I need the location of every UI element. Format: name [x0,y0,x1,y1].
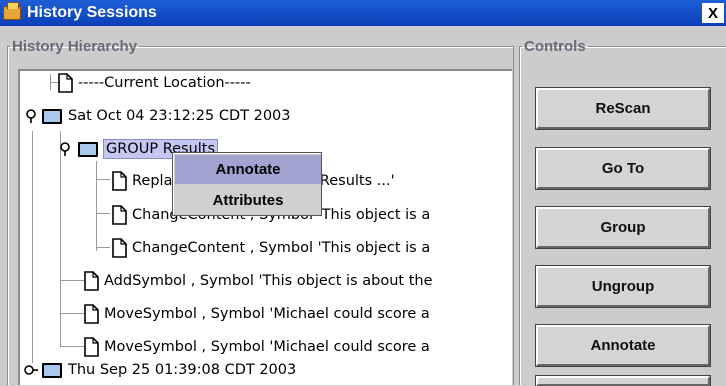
tree-line [96,179,110,180]
tree-row-label: Sat Oct 04 23:12:25 CDT 2003 [68,108,291,124]
annotate-button[interactable]: Annotate [535,324,711,367]
tree-row-session-sep25[interactable]: Thu Sep 25 01:39:08 CDT 2003 [42,358,296,382]
tree-row-label: AddSymbol , Symbol 'This object is about… [104,273,433,289]
menu-item-annotate[interactable]: Annotate [175,155,321,184]
folder-icon [78,141,98,157]
tree-row-addsymbol[interactable]: AddSymbol , Symbol 'This object is about… [84,269,433,293]
document-icon [112,171,127,191]
go-to-button[interactable]: Go To [535,147,711,190]
controls-legend: Controls [524,38,586,55]
tree-row-session-oct04[interactable]: Sat Oct 04 23:12:25 CDT 2003 [42,104,291,128]
context-menu: Annotate Attributes [172,152,322,216]
folder-icon [42,108,62,124]
tree-line [60,313,84,314]
tree-row-label: Thu Sep 25 01:39:08 CDT 2003 [68,362,297,378]
document-icon [84,337,99,357]
tree-line [96,247,110,248]
ungroup-button[interactable]: Ungroup [535,265,711,308]
document-icon [58,73,73,93]
history-tree[interactable]: -----Current Location----- Sat Oct 04 23… [18,69,512,385]
group-button[interactable]: Group [535,206,711,249]
tree-line [60,131,61,347]
document-icon [84,304,99,324]
tree-row-label: ChangeContent , Symbol 'This object is a [132,240,431,256]
history-hierarchy-legend: History Hierarchy [12,38,138,55]
collapsed-handle-icon[interactable] [24,363,38,377]
expanded-handle-icon[interactable] [58,142,72,156]
coffee-cup-icon [3,2,21,20]
tree-row-label: MoveSymbol , Symbol 'Michael could score… [104,306,430,322]
tree-line [96,213,110,214]
tree-line [32,131,33,363]
close-icon[interactable]: X [702,3,724,23]
document-icon [112,205,127,225]
rescan-button[interactable]: ReScan [535,87,711,130]
tree-line [60,280,84,281]
tree-row-label: MoveSymbol , Symbol 'Michael could score… [104,339,430,355]
document-icon [112,238,127,258]
document-icon [84,271,99,291]
tree-row-movesymbol[interactable]: MoveSymbol , Symbol 'Michael could score… [84,302,430,326]
folder-icon [42,362,62,378]
expanded-handle-icon[interactable] [24,109,38,123]
tree-row-label: -----Current Location----- [78,75,251,91]
title-bar: History Sessions X [0,0,726,26]
tree-line [60,346,84,347]
tree-row-current-location[interactable]: -----Current Location----- [58,71,251,95]
tree-row-changecontent[interactable]: ChangeContent , Symbol 'This object is a [112,236,430,260]
tree-line [96,161,97,251]
tree-row-movesymbol[interactable]: MoveSymbol , Symbol 'Michael could score… [84,335,430,359]
menu-item-attributes[interactable]: Attributes [175,186,321,215]
window-title: History Sessions [27,4,157,21]
